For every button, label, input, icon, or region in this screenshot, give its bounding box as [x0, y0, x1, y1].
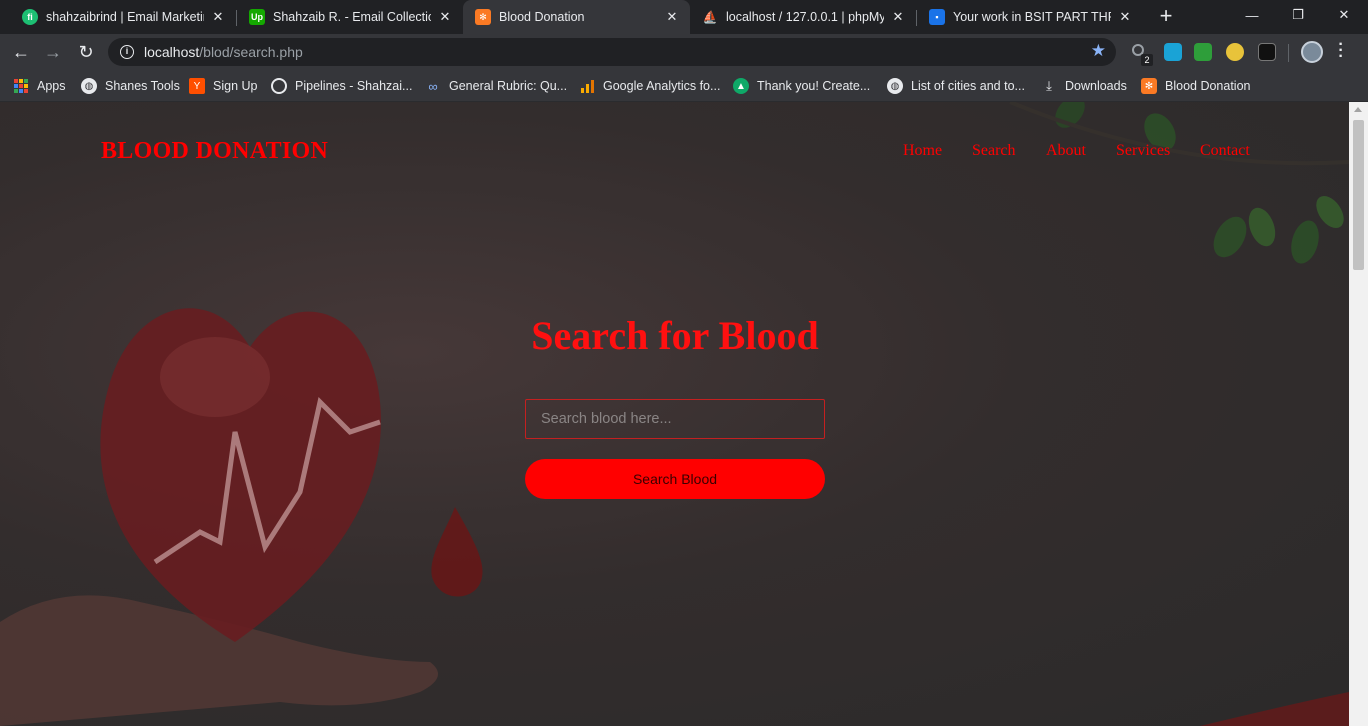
bookmark-label: Shanes Tools — [105, 79, 180, 93]
phpmyadmin-icon: ⛵ — [702, 10, 718, 24]
tab-strip: fi shahzaibrind | Email Marketing ✕ Up S… — [0, 0, 1368, 34]
extension-icon[interactable] — [1258, 43, 1276, 61]
toolbar-divider — [1288, 44, 1289, 62]
search-blood-button[interactable]: Search Blood — [525, 459, 825, 499]
bookmark-list-of-cities[interactable]: ◍ List of cities and to... — [887, 76, 1025, 96]
tab-phpmyadmin[interactable]: ⛵ localhost / 127.0.0.1 | phpMyAd ✕ — [690, 0, 916, 34]
tab-title: shahzaibrind | Email Marketing — [46, 10, 204, 24]
scrollbar-thumb[interactable] — [1353, 120, 1364, 270]
back-button[interactable]: ← — [9, 40, 33, 64]
tab-email-collection[interactable]: Up Shahzaib R. - Email Collection, ✕ — [237, 0, 463, 34]
pipeline-icon — [271, 78, 287, 94]
url-host: localhost — [144, 44, 200, 60]
bookmark-pipelines[interactable]: Pipelines - Shahzai... — [271, 76, 412, 96]
scrollbar[interactable] — [1349, 102, 1368, 726]
menu-icon[interactable]: · · · — [1336, 37, 1346, 65]
xampp-icon: ✻ — [1141, 78, 1157, 94]
maximize-button[interactable]: ❐ — [1275, 0, 1321, 30]
fiverr-icon: fi — [22, 9, 38, 25]
scroll-up-arrow-icon[interactable] — [1354, 107, 1362, 112]
new-tab-button[interactable]: + — [1154, 5, 1178, 29]
close-icon[interactable]: ✕ — [890, 9, 906, 25]
bookmark-apps[interactable]: Apps — [14, 76, 66, 96]
bookmark-google-analytics[interactable]: Google Analytics fo... — [579, 76, 720, 96]
bookmark-star-icon[interactable]: ★ — [1091, 41, 1106, 61]
minimize-button[interactable]: — — [1229, 0, 1275, 30]
bookmark-label: Google Analytics fo... — [603, 79, 721, 93]
bookmark-label: General Rubric: Qu... — [449, 79, 568, 93]
globe-icon: ◍ — [81, 78, 97, 94]
nav-services[interactable]: Services — [1116, 142, 1170, 160]
bookmark-blood-donation[interactable]: ✻ Blood Donation — [1141, 76, 1250, 96]
reload-button[interactable]: ↻ — [74, 40, 98, 64]
download-icon: ⤓ — [1046, 78, 1052, 93]
tab-title: Blood Donation — [499, 10, 585, 24]
bookmark-shanes-tools[interactable]: ◍ Shanes Tools — [81, 76, 180, 96]
bookmark-label: Apps — [37, 79, 66, 93]
frog-extension-icon[interactable] — [1194, 43, 1212, 61]
drive-icon: ▲ — [733, 78, 749, 94]
tab-email-marketing[interactable]: fi shahzaibrind | Email Marketing ✕ — [10, 0, 236, 34]
close-window-button[interactable]: ✕ — [1321, 0, 1367, 30]
close-icon[interactable]: ✕ — [210, 9, 226, 25]
page-title: Search for Blood — [531, 313, 819, 358]
extension-icon[interactable] — [1226, 43, 1244, 61]
tab-classroom[interactable]: ▪ Your work in BSIT PART THREE ✕ — [917, 0, 1143, 34]
extension-icon[interactable] — [1164, 43, 1182, 61]
bookmark-sign-up[interactable]: Y Sign Up — [189, 76, 257, 96]
link-icon: ∞ — [428, 78, 438, 94]
search-input[interactable] — [525, 399, 825, 439]
bookmark-downloads[interactable]: ⤓ Downloads — [1041, 76, 1127, 96]
bookmark-label: Pipelines - Shahzai... — [295, 79, 413, 93]
nav-about[interactable]: About — [1046, 142, 1086, 160]
extension-badge: 2 — [1141, 54, 1153, 66]
nav-home[interactable]: Home — [903, 142, 942, 160]
browser-toolbar: ← → ↻ i localhost/blod/search.php ★ 2 · ·… — [0, 34, 1368, 70]
url-path: /blod/search.php — [199, 44, 303, 60]
close-icon[interactable]: ✕ — [1117, 9, 1133, 25]
nav-contact[interactable]: Contact — [1200, 142, 1250, 160]
bookmark-general-rubric[interactable]: ∞ General Rubric: Qu... — [425, 76, 567, 96]
bookmark-label: Downloads — [1065, 79, 1127, 93]
upwork-icon: Up — [249, 9, 265, 25]
classroom-icon: ▪ — [929, 9, 945, 25]
ycombinator-icon: Y — [189, 78, 205, 94]
address-bar[interactable]: i localhost/blod/search.php ★ — [108, 38, 1116, 66]
site-info-icon[interactable]: i — [120, 45, 134, 59]
bookmark-label: Thank you! Create... — [757, 79, 871, 93]
bookmark-label: Blood Donation — [1165, 79, 1251, 93]
bookmark-label: List of cities and to... — [911, 79, 1025, 93]
apps-grid-icon — [14, 79, 28, 93]
analytics-icon — [579, 78, 595, 94]
bookmark-thank-you[interactable]: ▲ Thank you! Create... — [733, 76, 870, 96]
nav-search[interactable]: Search — [972, 142, 1016, 160]
tab-title: Your work in BSIT PART THREE — [953, 10, 1111, 24]
profile-avatar[interactable] — [1301, 41, 1323, 63]
site-logo[interactable]: BLOOD DONATION — [101, 138, 328, 165]
close-icon[interactable]: ✕ — [664, 9, 680, 25]
globe-icon: ◍ — [887, 78, 903, 94]
tab-blood-donation[interactable]: ✻ Blood Donation ✕ — [463, 0, 690, 34]
web-page: BLOOD DONATION Home Search About Service… — [0, 102, 1368, 726]
bookmark-label: Sign Up — [213, 79, 258, 93]
xampp-icon: ✻ — [475, 9, 491, 25]
bookmarks-bar: Apps ◍ Shanes Tools Y Sign Up Pipelines … — [0, 70, 1368, 102]
forward-button[interactable]: → — [41, 40, 65, 64]
tab-title: localhost / 127.0.0.1 | phpMyAd — [726, 10, 884, 24]
close-icon[interactable]: ✕ — [437, 9, 453, 25]
tab-title: Shahzaib R. - Email Collection, — [273, 10, 431, 24]
